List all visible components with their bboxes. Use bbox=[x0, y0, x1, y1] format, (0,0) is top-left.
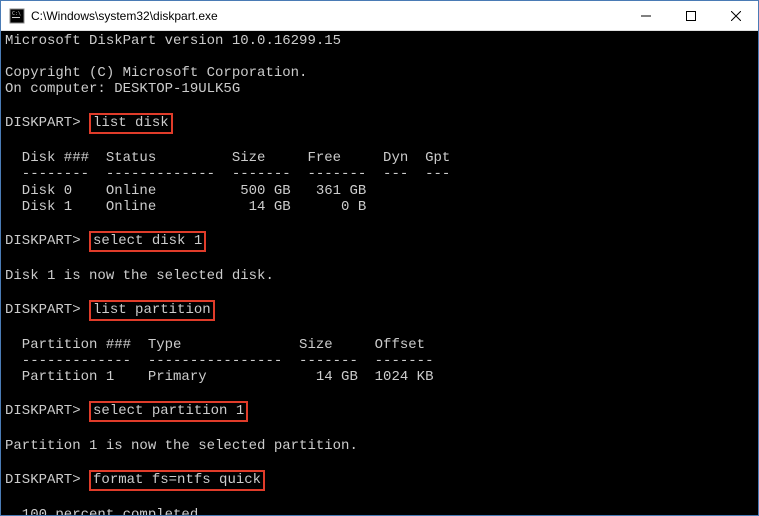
prompt: DISKPART> bbox=[5, 472, 81, 488]
disk-table-divider: -------- ------------- ------- ------- -… bbox=[5, 166, 450, 182]
cmd-format: format fs=ntfs quick bbox=[89, 470, 265, 491]
svg-text:C:\: C:\ bbox=[12, 11, 21, 17]
minimize-button[interactable] bbox=[623, 1, 668, 30]
partition-table-divider: ------------- ---------------- ------- -… bbox=[5, 353, 433, 369]
partition-row: Partition 1 Primary 14 GB 1024 KB bbox=[5, 369, 433, 385]
diskpart-window: C:\ C:\Windows\system32\diskpart.exe Mic… bbox=[0, 0, 759, 516]
titlebar: C:\ C:\Windows\system32\diskpart.exe bbox=[1, 1, 758, 31]
prompt: DISKPART> bbox=[5, 403, 81, 419]
cmd-list-partition: list partition bbox=[89, 300, 215, 321]
terminal-output[interactable]: Microsoft DiskPart version 10.0.16299.15… bbox=[1, 31, 758, 515]
select-partition-msg: Partition 1 is now the selected partitio… bbox=[5, 438, 358, 454]
computer-line: On computer: DESKTOP-19ULK5G bbox=[5, 81, 240, 97]
app-icon: C:\ bbox=[9, 8, 25, 24]
disk-row: Disk 0 Online 500 GB 361 GB bbox=[5, 183, 366, 199]
prompt: DISKPART> bbox=[5, 233, 81, 249]
copyright-line: Copyright (C) Microsoft Corporation. bbox=[5, 65, 307, 81]
window-title: C:\Windows\system32\diskpart.exe bbox=[31, 9, 623, 23]
select-disk-msg: Disk 1 is now the selected disk. bbox=[5, 268, 274, 284]
format-progress: 100 percent completed bbox=[5, 507, 198, 515]
prompt: DISKPART> bbox=[5, 115, 81, 131]
disk-table-header: Disk ### Status Size Free Dyn Gpt bbox=[5, 150, 450, 166]
version-line: Microsoft DiskPart version 10.0.16299.15 bbox=[5, 33, 341, 49]
window-controls bbox=[623, 1, 758, 30]
cmd-select-disk: select disk 1 bbox=[89, 231, 206, 252]
partition-table-header: Partition ### Type Size Offset bbox=[5, 337, 425, 353]
cmd-list-disk: list disk bbox=[89, 113, 173, 134]
disk-row: Disk 1 Online 14 GB 0 B bbox=[5, 199, 366, 215]
close-button[interactable] bbox=[713, 1, 758, 30]
prompt: DISKPART> bbox=[5, 302, 81, 318]
cmd-select-partition: select partition 1 bbox=[89, 401, 248, 422]
maximize-button[interactable] bbox=[668, 1, 713, 30]
